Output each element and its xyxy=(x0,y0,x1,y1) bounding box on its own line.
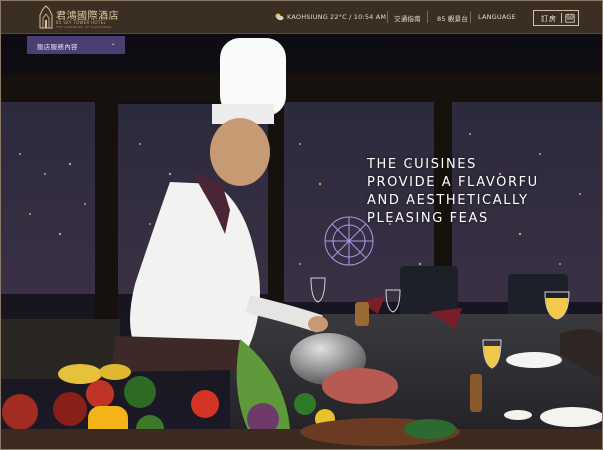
hero-tagline: THE CUISINES PROVIDE A FLAVORFU AND AEST… xyxy=(367,156,597,228)
chevron-down-icon: ⌄ xyxy=(110,40,116,47)
header-divider xyxy=(427,11,428,23)
observatory-link[interactable]: 85 觀景台 xyxy=(437,13,468,23)
location-label: KAOHSIUNG xyxy=(287,13,328,21)
hotel-guide-dropdown[interactable]: 飯店服務內容 ⌄ xyxy=(27,36,125,54)
tagline-line: AND AESTHETICALLY xyxy=(367,193,529,208)
top-header: 君鴻國際酒店 85 SKY TOWER HOTEL THE LANDMARK O… xyxy=(0,0,603,34)
partly-cloudy-icon xyxy=(275,13,284,21)
hero-photo-chef-teppanyaki xyxy=(0,34,603,450)
header-divider xyxy=(470,11,471,23)
hero-banner: THE CUISINES PROVIDE A FLAVORFU AND AEST… xyxy=(0,34,603,450)
calendar-icon xyxy=(565,13,575,23)
book-room-label: 訂房 xyxy=(541,15,557,23)
tagline-line: PROVIDE A FLAVORFU xyxy=(367,175,539,190)
tower-emblem-icon xyxy=(39,5,53,29)
hotel-guide-label: 飯店服務內容 xyxy=(37,43,78,51)
book-room-button[interactable]: 訂房 xyxy=(533,10,579,26)
book-divider xyxy=(561,13,562,23)
language-selector[interactable]: LANGUAGE xyxy=(478,13,516,21)
hotel-logo[interactable]: 君鴻國際酒店 85 SKY TOWER HOTEL THE LANDMARK O… xyxy=(38,5,119,31)
traffic-guide-link[interactable]: 交通指南 xyxy=(394,13,421,23)
weather-time: 22°C / 10:54 AM xyxy=(330,13,387,21)
header-divider xyxy=(387,11,388,23)
tagline-line: THE CUISINES xyxy=(367,157,477,172)
logo-tagline: THE LANDMARK OF KAOHSIUNG xyxy=(56,25,112,29)
tagline-line: PLEASING FEAS xyxy=(367,211,489,226)
